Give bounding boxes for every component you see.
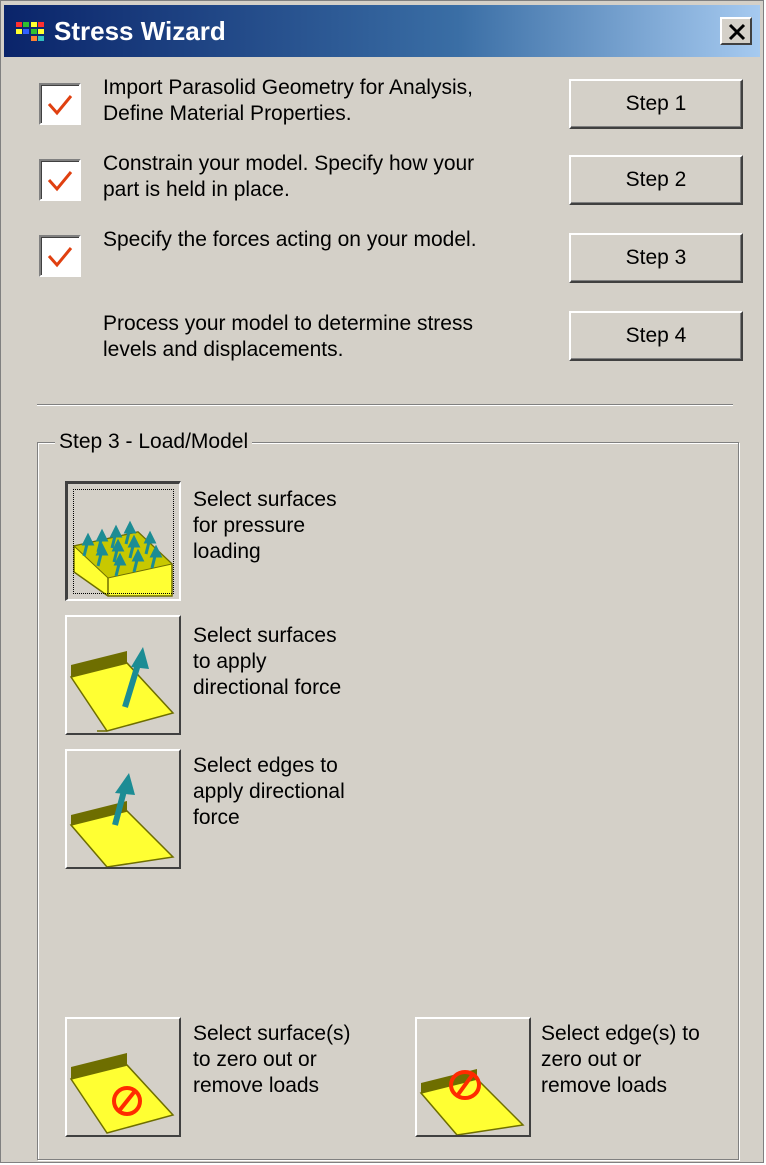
edge-force-label: Select edges to apply directional force [193, 754, 345, 829]
step-4-button[interactable]: Step 4 [569, 311, 743, 361]
checkmark-icon [47, 95, 73, 116]
surface-force-label: Select surfaces to apply directional for… [193, 624, 342, 699]
separator-line [37, 404, 733, 406]
stress-wizard-window: Stress Wizard Import Parasolid Geometry … [0, 0, 764, 1163]
step-1-description: Import Parasolid Geometry for Analysis, … [103, 76, 473, 125]
focus-rectangle [73, 489, 174, 594]
app-icon [16, 22, 44, 41]
groupbox-legend: Step 3 - Load/Model [55, 429, 253, 455]
close-icon [728, 23, 746, 41]
step-1-button[interactable]: Step 1 [569, 79, 743, 129]
remove-edge-load-label: Select edge(s) to zero out or remove loa… [541, 1022, 700, 1097]
close-button[interactable] [720, 17, 752, 45]
step-2-button[interactable]: Step 2 [569, 155, 743, 205]
pressure-load-label: Select surfaces for pressure loading [193, 488, 337, 563]
surface-force-button[interactable] [65, 615, 181, 735]
step-4-description: Process your model to determine stress l… [103, 312, 473, 361]
surface-force-icon [69, 647, 175, 732]
remove-surface-load-button[interactable] [65, 1017, 181, 1137]
step-1-checkbox[interactable] [39, 83, 81, 125]
edge-force-button[interactable] [65, 749, 181, 869]
remove-edge-load-icon [419, 1069, 525, 1135]
step-2-checkbox[interactable] [39, 159, 81, 201]
checkmark-icon [47, 171, 73, 192]
step-3-description: Specify the forces acting on your model. [103, 228, 477, 251]
title-bar[interactable]: Stress Wizard [4, 5, 760, 57]
remove-surface-load-icon [69, 1053, 175, 1134]
edge-force-icon [69, 773, 175, 867]
step-3-checkbox[interactable] [39, 235, 81, 277]
step-2-description: Constrain your model. Specify how your p… [103, 152, 475, 201]
step-3-button[interactable]: Step 3 [569, 233, 743, 283]
remove-edge-load-button[interactable] [415, 1017, 531, 1137]
pressure-load-button[interactable] [65, 481, 181, 601]
checkmark-icon [47, 247, 73, 268]
window-title: Stress Wizard [54, 16, 226, 46]
remove-surface-load-label: Select surface(s) to zero out or remove … [193, 1022, 351, 1097]
